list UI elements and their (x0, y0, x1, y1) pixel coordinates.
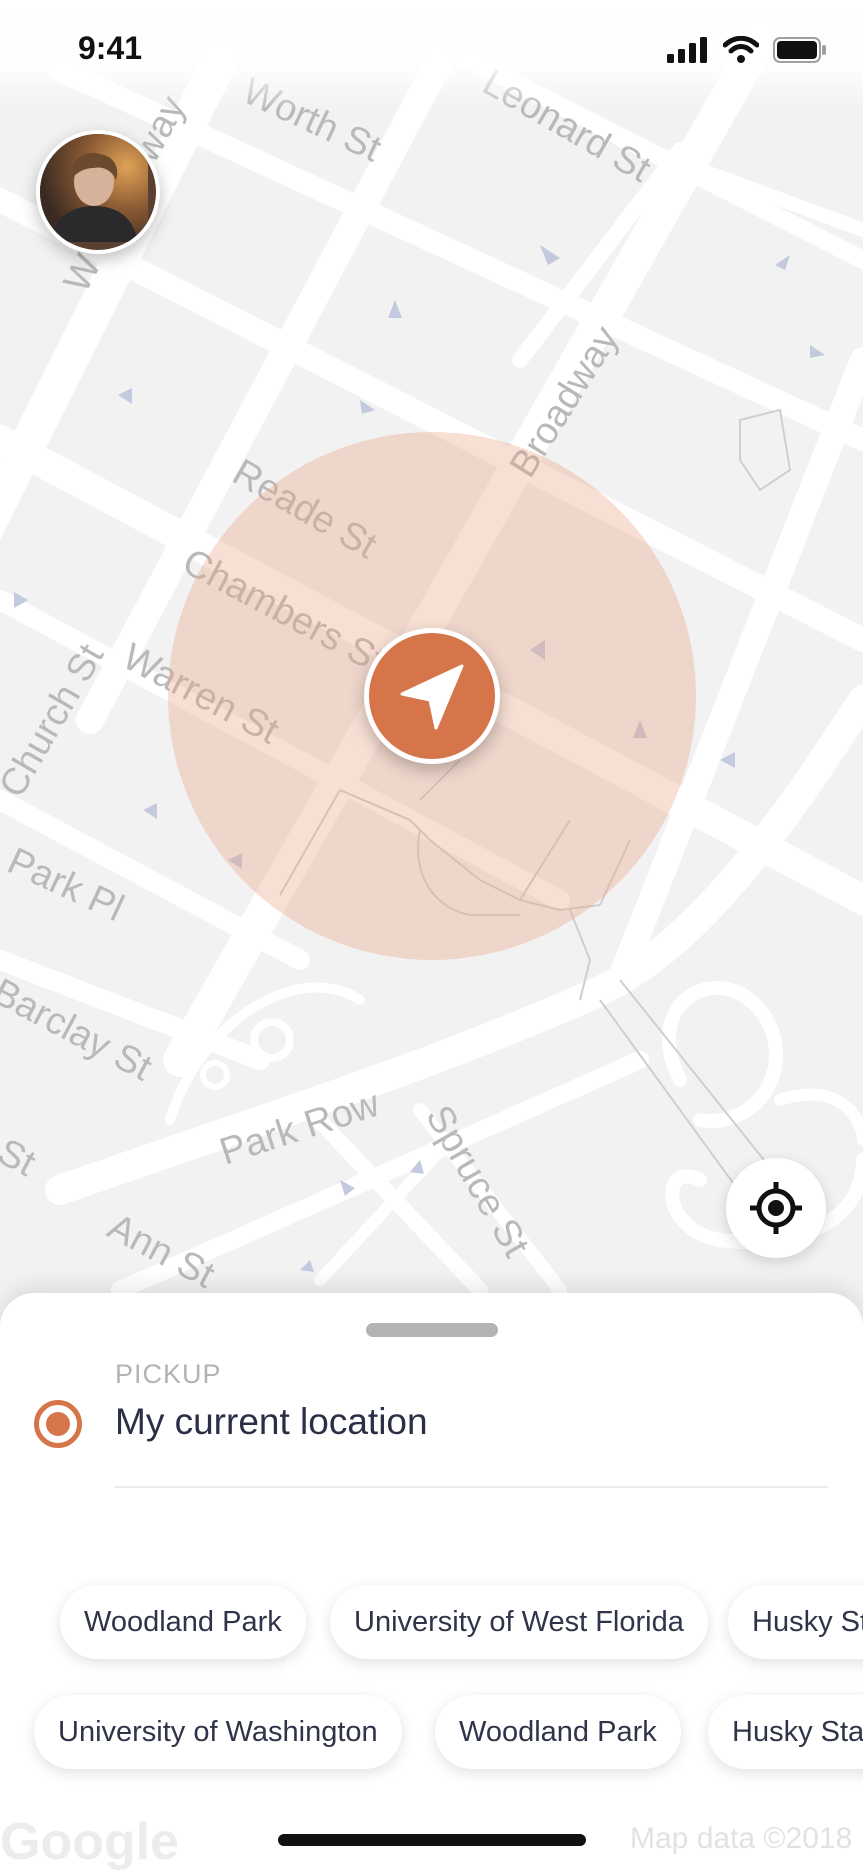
suggestions-row-1: Woodland Park University of West Florida… (0, 1585, 863, 1665)
pickup-radio[interactable] (34, 1400, 82, 1448)
map-attribution: Map data ©2018 (630, 1822, 853, 1855)
status-bar: 9:41 (0, 0, 863, 110)
suggestion-chip[interactable]: University of Washington (34, 1695, 402, 1769)
profile-avatar[interactable] (36, 130, 160, 254)
pickup-radio-dot (46, 1412, 70, 1436)
pickup-label: PICKUP (115, 1359, 222, 1389)
current-location-marker (364, 628, 500, 764)
divider (115, 1486, 828, 1488)
suggestion-chip[interactable]: Woodland Park (60, 1585, 306, 1659)
crosshair-icon (750, 1182, 802, 1234)
navigation-arrow-icon (400, 664, 464, 730)
sheet-drag-handle[interactable] (366, 1323, 498, 1337)
suggestion-chip[interactable]: Woodland Park (435, 1695, 681, 1769)
status-icons (667, 36, 827, 64)
wifi-icon (723, 36, 759, 63)
pickup-bottom-sheet: PICKUP My current location Woodland Park… (0, 1293, 863, 1870)
battery-icon (773, 37, 826, 63)
ride-app-screen: Worth St Leonard St W Broadway Broadway … (0, 0, 863, 1870)
google-logo: Google (0, 1813, 180, 1870)
suggestion-chip[interactable]: Husky Stadium (728, 1585, 863, 1659)
home-indicator (278, 1834, 586, 1846)
suggestion-chip[interactable]: Husky Stadium (708, 1695, 863, 1769)
status-time: 9:41 (78, 30, 143, 66)
cellular-signal-icon (667, 37, 707, 63)
avatar-photo (40, 134, 148, 242)
suggestions-row-2: University of Washington Woodland Park H… (0, 1695, 863, 1775)
pickup-location-field[interactable]: My current location (115, 1401, 428, 1443)
recenter-location-button[interactable] (726, 1158, 826, 1258)
suggestion-chip[interactable]: University of West Florida (330, 1585, 708, 1659)
